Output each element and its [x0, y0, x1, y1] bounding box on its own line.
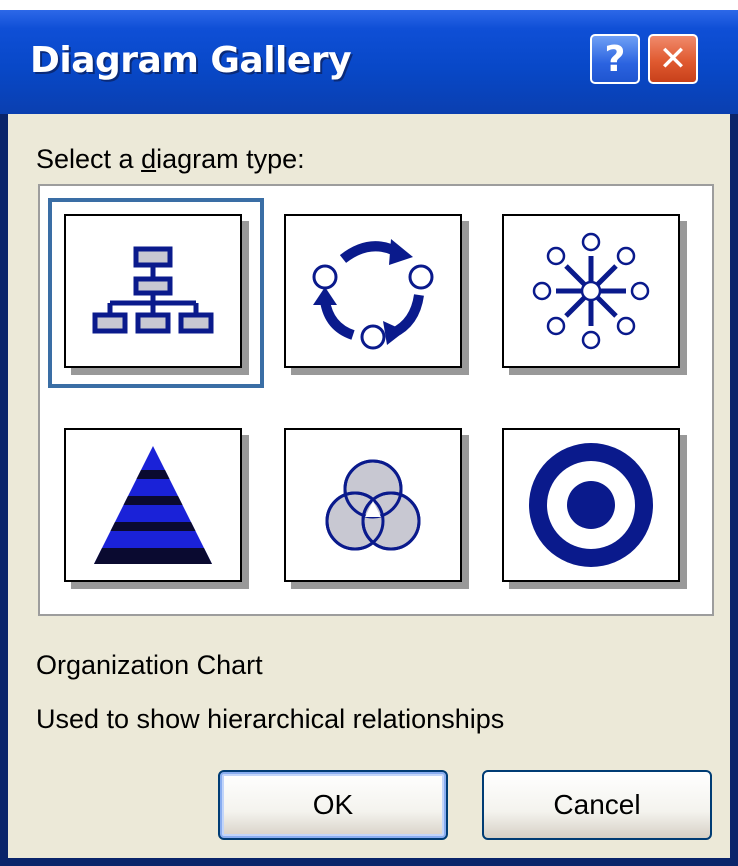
radial-diagram-icon: [532, 232, 650, 350]
prompt-mnemonic: d: [141, 144, 157, 174]
help-button[interactable]: ?: [590, 34, 640, 84]
diagram-description: Used to show hierarchical relationships: [36, 704, 505, 734]
pyramid-diagram-icon: [94, 446, 212, 564]
gallery-item-cycle-diagram[interactable]: [284, 214, 462, 368]
cancel-button[interactable]: Cancel: [482, 770, 712, 840]
prompt-text-start: Select a: [36, 144, 142, 174]
gallery-item-venn-diagram[interactable]: [284, 428, 462, 582]
title-bar[interactable]: Diagram Gallery ? ✕: [0, 10, 738, 114]
gallery-item-radial-diagram[interactable]: [502, 214, 680, 368]
gallery-item-target-diagram[interactable]: [502, 428, 680, 582]
help-icon: ?: [604, 38, 626, 80]
window-title: Diagram Gallery: [30, 40, 352, 81]
close-icon: ✕: [658, 39, 688, 79]
dialog-body: Select a diagram type: Organization Char…: [8, 114, 730, 858]
diagram-gallery-dialog: Diagram Gallery ? ✕ Select a diagram typ…: [0, 10, 738, 866]
venn-diagram-icon: [325, 459, 421, 551]
gallery-item-pyramid-diagram[interactable]: [64, 428, 242, 582]
cycle-diagram-icon: [312, 239, 434, 350]
diagram-type-label: Select a diagram type:: [36, 144, 305, 175]
close-button[interactable]: ✕: [648, 34, 698, 84]
gallery-item-organization-chart[interactable]: [64, 214, 242, 368]
target-diagram-icon: [529, 443, 653, 567]
diagram-gallery-list[interactable]: [38, 184, 714, 616]
diagram-name: Organization Chart: [36, 650, 263, 680]
prompt-text-end: iagram type:: [156, 144, 305, 174]
organization-chart-icon: [92, 246, 214, 334]
ok-button[interactable]: OK: [218, 770, 448, 840]
